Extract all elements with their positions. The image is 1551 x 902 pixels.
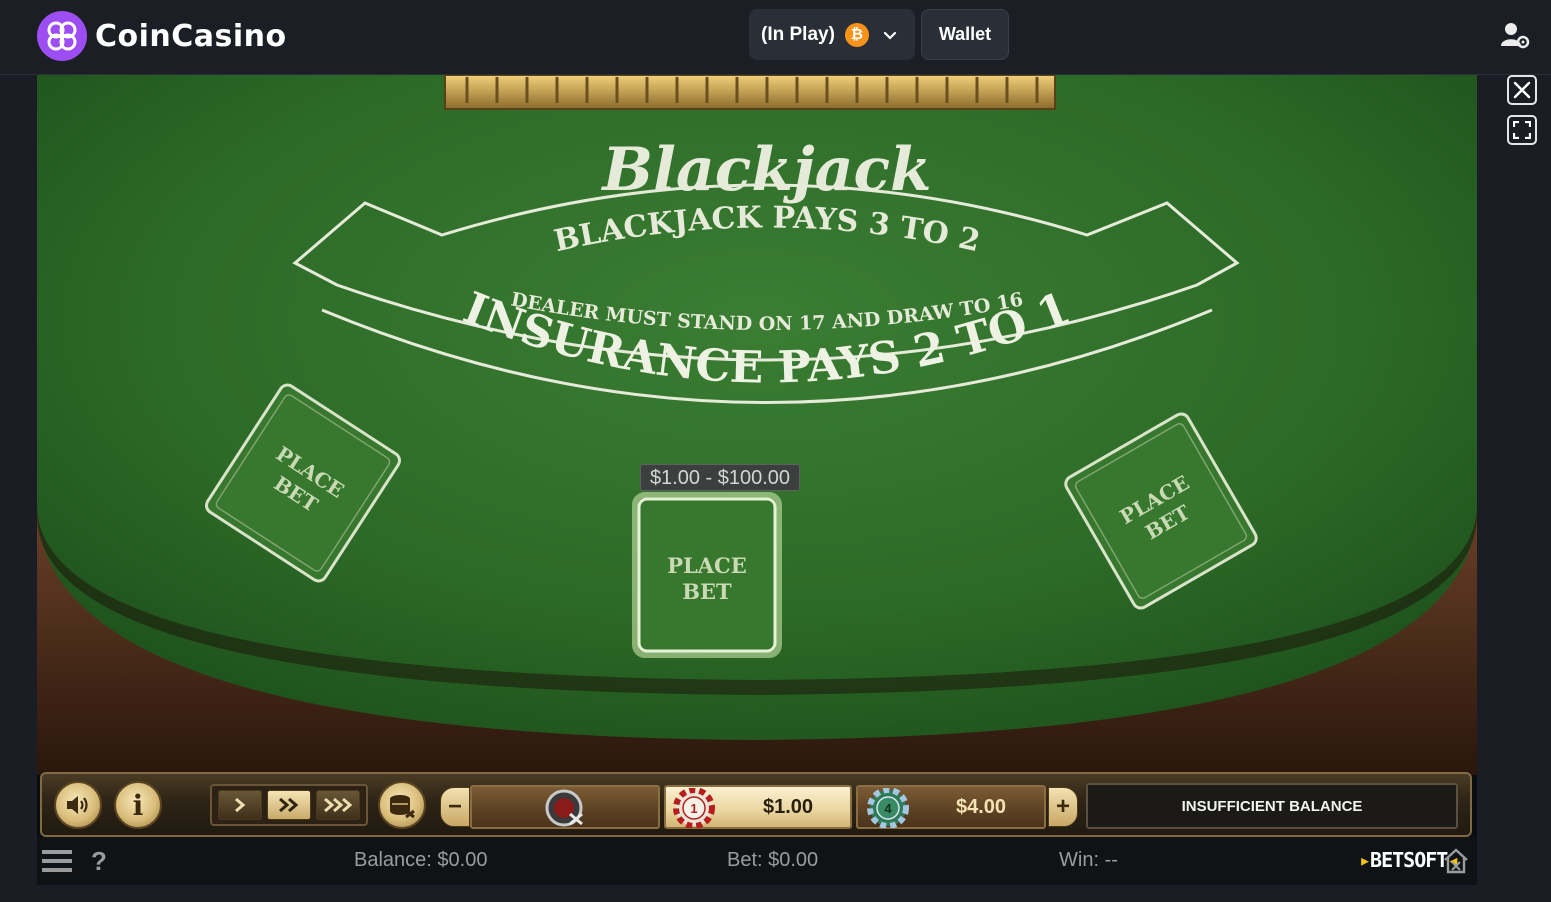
betsoft-logo-left-mark: ▸ <box>1359 848 1371 872</box>
increase-bet-button[interactable]: + <box>1048 787 1078 827</box>
clear-chip-slot[interactable] <box>470 785 660 829</box>
speed-fast-button[interactable] <box>267 790 311 820</box>
brand-logo[interactable]: CoinCasino <box>37 11 287 61</box>
chip-stack-icon <box>390 795 415 819</box>
fullscreen-icon <box>1513 121 1531 139</box>
balance-selector-label: (In Play) <box>761 23 835 45</box>
game-control-bar: i − 1 $1.00 4 $4.00 + INSUFFICIENT BALAN… <box>40 772 1472 837</box>
triple-chevron-icon <box>324 797 353 813</box>
fullscreen-button[interactable] <box>1507 115 1537 145</box>
speaker-icon <box>67 796 88 814</box>
info-button[interactable]: i <box>114 781 162 829</box>
speed-turbo-button[interactable] <box>316 790 360 820</box>
chip-1-slot[interactable]: 1 $1.00 <box>664 785 852 829</box>
chip-1-value: $1.00 <box>762 795 814 818</box>
win-display: Win: -- <box>1059 849 1118 871</box>
chip-4-icon: 4 <box>867 788 909 828</box>
help-button[interactable]: ? <box>91 846 107 877</box>
bet-display: Bet: $0.00 <box>727 849 819 871</box>
home-icon[interactable] <box>1443 848 1469 874</box>
chip-1-icon: 1 <box>673 788 715 828</box>
top-header: CoinCasino (In Play) ₿ Wallet <box>0 0 1551 75</box>
bet-spot-center-label-1: PLACE <box>667 553 747 578</box>
coincasino-logo-icon <box>37 11 87 61</box>
status-message: INSUFFICIENT BALANCE <box>1086 783 1458 829</box>
chip-4-slot[interactable]: 4 $4.00 <box>856 785 1046 829</box>
bet-limits-tooltip: $1.00 - $100.00 <box>640 464 800 491</box>
blackjack-game: Blackjack BLACKJACK PAYS 3 TO 2 DEALER M… <box>37 75 1477 885</box>
clear-bet-chip-icon <box>545 789 583 827</box>
game-info-bar: ? Balance: $0.00 Bet: $0.00 Win: -- ▸BET… <box>37 837 1477 885</box>
brand-name: CoinCasino <box>95 18 287 54</box>
dealer-chip-tray <box>444 75 1056 110</box>
balance-display: Balance: $0.00 <box>354 849 488 871</box>
close-game-button[interactable] <box>1507 75 1537 105</box>
chevron-down-icon <box>883 31 897 40</box>
double-chevron-icon <box>279 797 299 813</box>
table-title: Blackjack <box>600 135 931 205</box>
chip-1-denomination: 1 <box>690 801 697 816</box>
bet-spot-center-label-2: BET <box>682 579 732 604</box>
decrease-bet-button[interactable]: − <box>440 787 470 827</box>
chip-4-value: $4.00 <box>955 795 1007 818</box>
chip-4-denomination: 4 <box>884 801 892 816</box>
wallet-button[interactable]: Wallet <box>921 9 1009 60</box>
chip-stack-button[interactable] <box>378 781 426 829</box>
game-speed-selector <box>210 784 368 826</box>
menu-icon[interactable] <box>42 848 72 874</box>
speed-normal-button[interactable] <box>218 790 262 820</box>
single-chevron-icon <box>235 797 246 813</box>
user-settings-icon[interactable] <box>1500 20 1530 50</box>
bitcoin-icon: ₿ <box>844 22 869 47</box>
betsoft-logo-text: BETSOFT <box>1370 848 1448 872</box>
sound-button[interactable] <box>54 781 102 829</box>
balance-selector[interactable]: (In Play) ₿ <box>749 9 915 60</box>
bet-spot-center[interactable]: PLACE BET <box>632 492 782 658</box>
close-icon <box>1513 81 1531 99</box>
